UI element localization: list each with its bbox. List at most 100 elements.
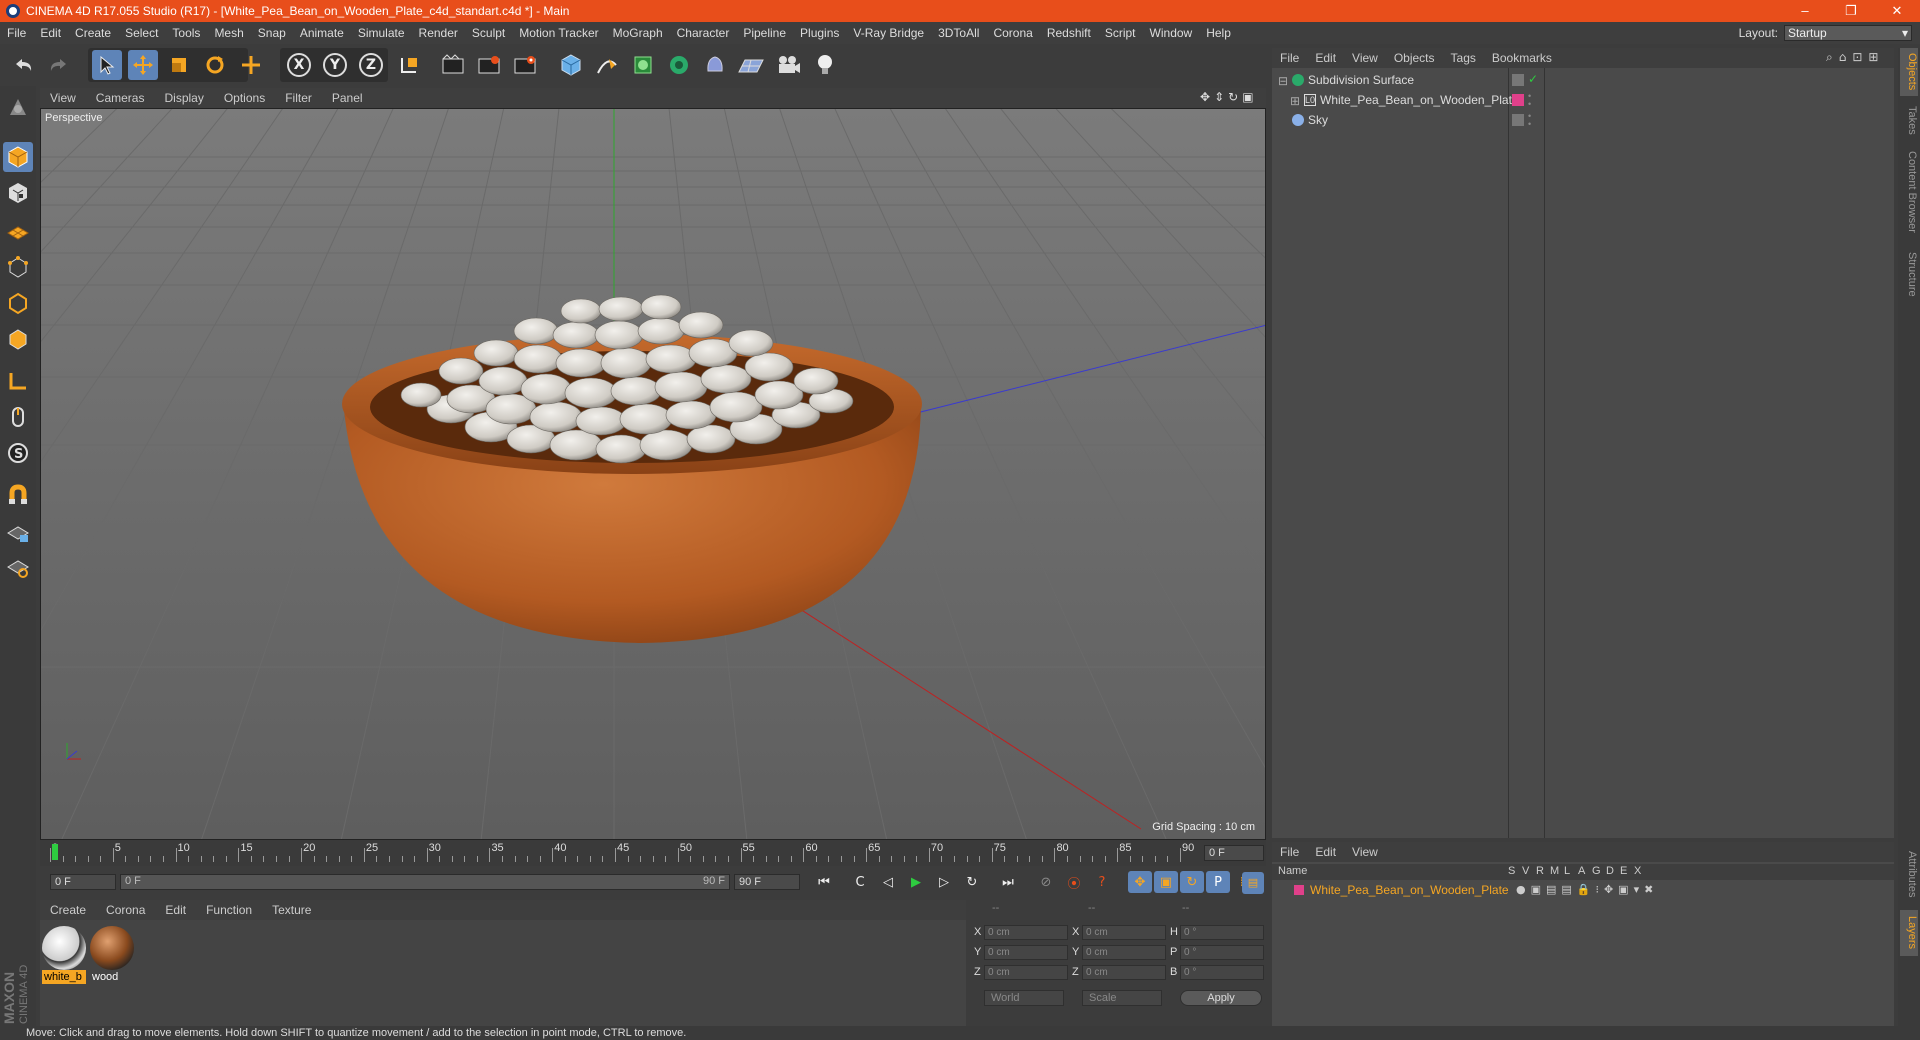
expand-toggle-icon[interactable]: ⊟ [1278,74,1288,88]
layer-menu-edit[interactable]: Edit [1307,845,1344,859]
tab-content-browser[interactable]: Content Browser [1900,144,1918,240]
menu-corona[interactable]: Corona [986,26,1039,40]
position-z-field[interactable]: 0 cm [984,965,1068,980]
scale-tool-icon[interactable] [164,50,194,80]
menu-window[interactable]: Window [1143,26,1200,40]
key-parameter-icon[interactable]: P [1206,871,1230,893]
menu-character[interactable]: Character [670,26,737,40]
viewport-zoom-icon[interactable]: ⇕ [1214,90,1224,106]
menu-redshift[interactable]: Redshift [1040,26,1098,40]
material-menu-texture[interactable]: Texture [262,903,321,917]
light-icon[interactable] [810,50,840,80]
viewport-menu-display[interactable]: Display [154,91,213,105]
tab-attributes[interactable]: Attributes [1900,842,1918,906]
perspective-viewport[interactable]: Perspective Grid Spacing : 10 cm [40,108,1266,840]
layer-column-m[interactable]: M [1550,865,1559,877]
cube-primitive-icon[interactable] [556,50,586,80]
autokey-icon[interactable]: ⦿ [1062,871,1086,893]
z-axis-lock[interactable]: Z [359,53,383,77]
solo-mode-icon[interactable]: S [3,438,33,468]
edges-mode-icon[interactable] [3,288,33,318]
menu-sculpt[interactable]: Sculpt [465,26,512,40]
new-view-icon[interactable]: ⊡ [1852,50,1862,66]
tweak-mode-icon[interactable] [3,402,33,432]
layer-menu-view[interactable]: View [1344,845,1386,859]
menu-v-ray-bridge[interactable]: V-Ray Bridge [846,26,931,40]
camera-icon[interactable] [774,50,804,80]
viewport-menu-options[interactable]: Options [214,91,275,105]
layer-column-s[interactable]: S [1508,865,1515,877]
layer-column-a[interactable]: A [1578,865,1585,877]
menu-pipeline[interactable]: Pipeline [736,26,793,40]
polygons-mode-icon[interactable] [3,324,33,354]
preview-range-slider[interactable]: 0 F 90 F [120,874,730,890]
layer-column-r[interactable]: R [1536,865,1544,877]
menu-file[interactable]: File [0,26,33,40]
expand-icon[interactable]: ⊞ [1868,50,1878,66]
key-scale-icon[interactable]: ▣ [1154,871,1178,893]
layer-menu-file[interactable]: File [1272,845,1307,859]
layer-color-swatch[interactable] [1294,885,1304,895]
tab-structure[interactable]: Structure [1900,244,1918,304]
render-to-picture-viewer-icon[interactable] [474,50,504,80]
layer-column-v[interactable]: V [1522,865,1529,877]
layout-select[interactable]: Startup [1784,25,1912,41]
select-tool-icon[interactable] [92,50,122,80]
viewport-move-icon[interactable]: ✥ [1200,90,1210,106]
viewport-toggle-icon[interactable]: ▣ [1242,90,1253,106]
rotation-p-field[interactable]: 0 ° [1180,945,1264,960]
timeline[interactable]: 051015202530354045505560657075808590 0 F [40,840,1266,866]
size-z-field[interactable]: 0 cm [1082,965,1166,980]
cloner-icon[interactable] [664,50,694,80]
record-active-icon[interactable]: ⊘ [1034,871,1058,893]
keyframe-selection-icon[interactable]: ? [1090,871,1114,893]
planar-workplane-icon[interactable] [3,552,33,582]
visibility-dots-icon[interactable]: • • [1528,92,1531,109]
layer-flags-icons[interactable]: ●▣▤▤🔒⁝✥▣▾✖ [1516,883,1658,896]
tab-layers[interactable]: Layers [1900,910,1918,956]
object-menu-file[interactable]: File [1272,51,1307,65]
material-menu-create[interactable]: Create [40,903,96,917]
search-icon[interactable]: ⌕ [1826,50,1833,66]
enabled-check-icon[interactable]: ✓ [1528,72,1538,86]
x-axis-lock[interactable]: X [287,53,311,77]
timeline-window-icon[interactable]: ▤ [1242,872,1264,894]
coordinate-mode-select[interactable]: World [984,990,1064,1006]
material-menu-function[interactable]: Function [196,903,262,917]
layer-row[interactable]: White_Pea_Bean_on_Wooden_Plate ●▣▤▤🔒⁝✥▣▾… [1272,882,1894,900]
layer-color-swatch[interactable] [1512,94,1524,106]
next-key-icon[interactable]: ↻ [960,871,984,893]
object-menu-bookmarks[interactable]: Bookmarks [1484,51,1560,65]
axis-mode-icon[interactable] [3,366,33,396]
rotate-tool-icon[interactable] [200,50,230,80]
viewport-rotate-icon[interactable]: ↻ [1228,90,1238,106]
menu-animate[interactable]: Animate [293,26,351,40]
menu-mograph[interactable]: MoGraph [606,26,670,40]
apply-button[interactable]: Apply [1180,990,1262,1006]
size-mode-select[interactable]: Scale [1082,990,1162,1006]
restore-button[interactable]: ❐ [1828,0,1874,22]
workplane-mode-icon[interactable] [3,214,33,244]
next-frame-icon[interactable]: ▷ [932,871,956,893]
floor-icon[interactable] [736,50,766,80]
material-menu-edit[interactable]: Edit [155,903,196,917]
tab-objects[interactable]: Objects [1900,48,1918,96]
material-wood[interactable]: wood [90,926,134,986]
viewport-menu-panel[interactable]: Panel [322,91,373,105]
make-editable-icon[interactable] [3,92,33,122]
visibility-dots-icon[interactable]: • • [1528,112,1531,129]
current-frame-field[interactable]: 0 F [1204,845,1264,861]
size-y-field[interactable]: 0 cm [1082,945,1166,960]
redo-icon[interactable] [44,50,74,80]
object-menu-view[interactable]: View [1344,51,1386,65]
minimize-button[interactable]: – [1782,0,1828,22]
key-position-icon[interactable]: ✥ [1128,871,1152,893]
menu-script[interactable]: Script [1098,26,1143,40]
layer-column-x[interactable]: X [1634,865,1641,877]
start-frame-field[interactable]: 0 F [50,874,116,890]
position-x-field[interactable]: 0 cm [984,925,1068,940]
y-axis-lock[interactable]: Y [323,53,347,77]
timeline-ruler[interactable]: 051015202530354045505560657075808590 [50,842,1200,862]
object-row[interactable]: Sky • • [1272,112,1894,132]
rotation-b-field[interactable]: 0 ° [1180,965,1264,980]
